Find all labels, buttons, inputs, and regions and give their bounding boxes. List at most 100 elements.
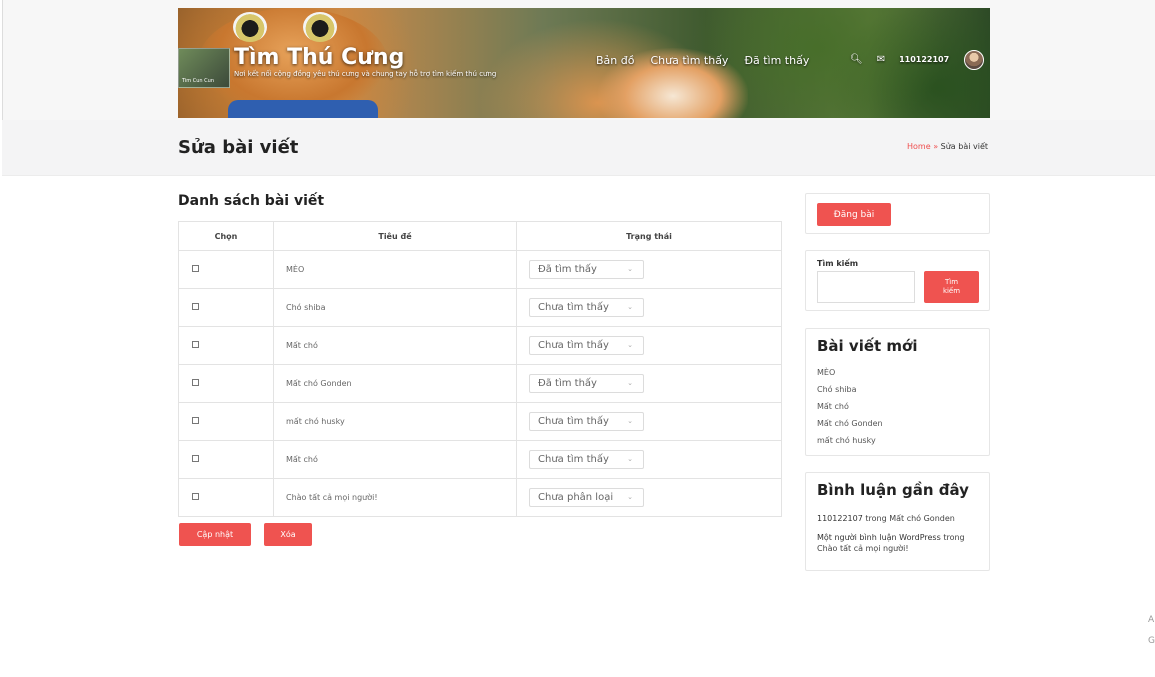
col-status: Trạng thái <box>516 221 782 251</box>
breadcrumb-current: Sửa bài viết <box>940 142 988 151</box>
status-select[interactable]: Chưa tìm thấy ⌄ <box>529 450 644 469</box>
list-item[interactable]: mất chó husky <box>817 436 883 453</box>
col-select: Chọn <box>178 221 274 251</box>
avatar[interactable] <box>964 50 984 70</box>
status-value: Chưa tìm thấy <box>538 340 609 351</box>
status-value: Chưa phân loại <box>538 492 614 503</box>
nav-icons: 🔍︎ ✉ 110122107 <box>850 54 949 65</box>
nav-found[interactable]: Đã tìm thấy <box>744 54 809 67</box>
list-item[interactable]: Mất chó <box>817 402 883 419</box>
title-bar: Sửa bài viết Home » Sửa bài viết <box>2 120 1155 176</box>
row-checkbox[interactable] <box>192 303 199 310</box>
comment-sep: trong <box>943 533 965 542</box>
chevron-down-icon: ⌄ <box>627 341 633 349</box>
chevron-down-icon: ⌄ <box>627 493 633 501</box>
post-widget: Đăng bài <box>805 193 990 234</box>
table-row: MÈO Đã tìm thấy ⌄ <box>178 250 782 289</box>
search-button-line2: kiếm <box>942 287 961 295</box>
site-tagline: Nơi kết nối cộng đồng yêu thú cưng và ch… <box>234 70 497 78</box>
site-logo[interactable]: Tim Cun Cun <box>178 48 230 88</box>
col-title: Tiêu đề <box>273 221 517 251</box>
row-title: Mất chó <box>273 326 517 365</box>
table-row: Mất chó Gonden Đã tìm thấy ⌄ <box>178 364 782 403</box>
chevron-down-icon: ⌄ <box>627 265 633 273</box>
delete-button[interactable]: Xóa <box>264 523 312 546</box>
table-row: Chó shiba Chưa tìm thấy ⌄ <box>178 288 782 327</box>
recent-posts-list: MÈO Chó shiba Mất chó Mất chó Gonden mất… <box>817 368 883 453</box>
breadcrumb-home[interactable]: Home <box>907 142 931 151</box>
breadcrumb: Home » Sửa bài viết <box>907 142 988 151</box>
site-title[interactable]: Tìm Thú Cưng <box>234 45 404 70</box>
header-banner: Tim Cun Cun Tìm Thú Cưng Nơi kết nối cộn… <box>178 8 990 118</box>
row-checkbox[interactable] <box>192 379 199 386</box>
user-name[interactable]: 110122107 <box>899 55 949 64</box>
table-row: Mất chó Chưa tìm thấy ⌄ <box>178 326 782 365</box>
list-item[interactable]: Chó shiba <box>817 385 883 402</box>
chevron-down-icon: ⌄ <box>627 303 633 311</box>
comment-item: Một người bình luận WordPress trong Chào… <box>817 532 982 554</box>
cat-eye-left <box>233 12 267 42</box>
list-item[interactable]: Mất chó Gonden <box>817 419 883 436</box>
search-input[interactable] <box>817 271 915 303</box>
row-checkbox[interactable] <box>192 493 199 500</box>
recent-posts-widget: Bài viết mới MÈO Chó shiba Mất chó Mất c… <box>805 328 990 456</box>
row-checkbox[interactable] <box>192 265 199 272</box>
status-select[interactable]: Đã tìm thấy ⌄ <box>529 260 644 279</box>
search-icon[interactable]: 🔍︎ <box>850 54 863 65</box>
edge-glyph: A <box>1148 615 1155 625</box>
status-value: Chưa tìm thấy <box>538 454 609 465</box>
mail-icon[interactable]: ✉ <box>877 54 885 65</box>
status-value: Đã tìm thấy <box>538 264 597 275</box>
row-title: Mất chó Gonden <box>273 364 517 403</box>
recent-comments-widget: Bình luận gần đây 110122107 trong Mất ch… <box>805 472 990 571</box>
row-checkbox[interactable] <box>192 455 199 462</box>
nav-map[interactable]: Bản đồ <box>596 54 634 67</box>
recent-posts-title: Bài viết mới <box>817 337 918 355</box>
comment-author[interactable]: 110122107 <box>817 514 863 523</box>
status-select[interactable]: Chưa phân loại ⌄ <box>529 488 644 507</box>
recent-comments-title: Bình luận gần đây <box>817 481 969 499</box>
row-title: MÈO <box>273 250 517 289</box>
cat-eye-right <box>303 12 337 42</box>
new-post-button[interactable]: Đăng bài <box>817 203 891 226</box>
table-row: mất chó husky Chưa tìm thấy ⌄ <box>178 402 782 441</box>
comment-post[interactable]: Chào tất cả mọi người! <box>817 544 909 553</box>
status-select[interactable]: Chưa tìm thấy ⌄ <box>529 412 644 431</box>
search-button[interactable]: Tìm kiếm <box>924 271 979 303</box>
chevron-down-icon: ⌄ <box>627 417 633 425</box>
comment-author: Một người bình luận WordPress <box>817 533 941 542</box>
comment-post[interactable]: Mất chó Gonden <box>889 514 955 523</box>
table-row: Chào tất cả mọi người! Chưa phân loại ⌄ <box>178 478 782 517</box>
comment-sep: trong <box>865 514 887 523</box>
list-heading: Danh sách bài viết <box>178 193 325 209</box>
nav-not-found[interactable]: Chưa tìm thấy <box>650 54 728 67</box>
update-button[interactable]: Cập nhật <box>179 523 251 546</box>
page-title: Sửa bài viết <box>178 137 299 158</box>
status-value: Chưa tìm thấy <box>538 416 609 427</box>
status-select[interactable]: Chưa tìm thấy ⌄ <box>529 336 644 355</box>
cat-collar <box>228 100 378 118</box>
row-checkbox[interactable] <box>192 417 199 424</box>
chevron-down-icon: ⌄ <box>627 379 633 387</box>
status-select[interactable]: Chưa tìm thấy ⌄ <box>529 298 644 317</box>
breadcrumb-separator: » <box>933 142 939 151</box>
search-widget: Tìm kiếm Tìm kiếm <box>805 250 990 311</box>
table-header-row: Chọn Tiêu đề Trạng thái <box>178 221 782 251</box>
row-title: mất chó husky <box>273 402 517 441</box>
edge-glyph: G <box>1148 636 1155 646</box>
row-checkbox[interactable] <box>192 341 199 348</box>
row-title: Chó shiba <box>273 288 517 327</box>
chevron-down-icon: ⌄ <box>627 455 633 463</box>
status-value: Đã tìm thấy <box>538 378 597 389</box>
search-button-line1: Tìm <box>944 278 959 286</box>
list-item[interactable]: MÈO <box>817 368 883 385</box>
logo-caption: Tim Cun Cun <box>182 78 214 84</box>
posts-table: Chọn Tiêu đề Trạng thái MÈO Đã tìm thấy ⌄… <box>178 221 782 517</box>
search-label: Tìm kiếm <box>817 259 859 268</box>
row-title: Chào tất cả mọi người! <box>273 478 517 517</box>
status-select[interactable]: Đã tìm thấy ⌄ <box>529 374 644 393</box>
row-title: Mất chó <box>273 440 517 479</box>
table-row: Mất chó Chưa tìm thấy ⌄ <box>178 440 782 479</box>
status-value: Chưa tìm thấy <box>538 302 609 313</box>
main-nav: Bản đồ Chưa tìm thấy Đã tìm thấy <box>596 54 809 67</box>
